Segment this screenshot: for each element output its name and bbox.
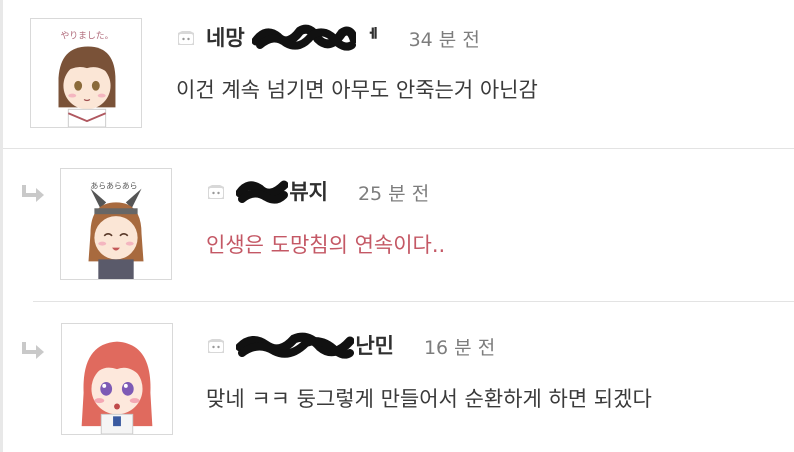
avatar[interactable]: やりました。: [30, 18, 142, 128]
comment-meta: 난민 16 분 전: [206, 330, 495, 362]
username-text: 뷰지: [289, 180, 328, 204]
thread-left-border: [0, 0, 3, 452]
comment-text: 이건 계속 넘기면 아무도 안죽는거 아닌감: [176, 78, 538, 102]
avatar-image: [62, 324, 172, 434]
comment-meta: 뷰지 25 분 전: [206, 176, 429, 208]
cat-face-icon: [208, 185, 224, 199]
comment-meta: 네망 ᅦ 34 분 전: [176, 22, 480, 54]
avatar-caption: あらあらあら: [90, 182, 137, 191]
avatar-caption: やりました。: [60, 31, 113, 42]
username[interactable]: 네망 ᅦ: [206, 22, 379, 54]
divider: [33, 301, 794, 302]
divider: [3, 148, 794, 149]
redaction-scribble: [236, 332, 354, 359]
redaction-scribble: [236, 180, 288, 204]
avatar-image: やりました。: [31, 19, 141, 127]
comment-text: 맞네 ㅋㅋ 둥그렇게 만들어서 순환하게 하면 되겠다: [206, 387, 652, 411]
timestamp: 34 분 전: [408, 28, 480, 51]
avatar[interactable]: あらあらあら: [60, 168, 172, 280]
timestamp: 25 분 전: [357, 182, 430, 205]
cat-face-icon: [178, 31, 194, 45]
username[interactable]: 난민: [236, 330, 394, 362]
reply-arrow-icon: [22, 185, 44, 202]
redaction-scribble: [251, 24, 356, 51]
cat-face-icon: [208, 339, 224, 353]
username[interactable]: 뷰지: [236, 176, 328, 208]
reply-arrow-icon: [22, 342, 44, 359]
avatar-image: あらあらあら: [61, 169, 171, 279]
timestamp: 16 분 전: [423, 336, 496, 359]
username-text: 난민: [355, 334, 394, 358]
username-text: 네망: [206, 26, 245, 50]
comment-text: 인생은 도망침의 연속이다..: [206, 233, 446, 257]
avatar[interactable]: [61, 323, 173, 435]
username-suffix: ᅦ: [359, 26, 379, 50]
